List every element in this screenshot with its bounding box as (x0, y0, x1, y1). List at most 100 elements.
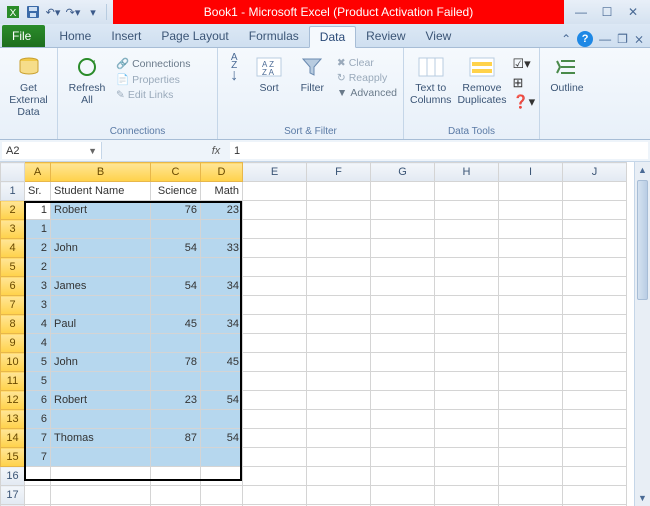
cell[interactable] (499, 429, 563, 448)
cell[interactable] (151, 410, 201, 429)
cell[interactable] (151, 486, 201, 505)
cell[interactable] (201, 334, 243, 353)
cell[interactable] (563, 239, 627, 258)
worksheet[interactable]: ABCDEFGHIJ1Sr.Student NameScienceMath21R… (0, 162, 650, 506)
insert-tab[interactable]: Insert (101, 25, 151, 47)
cell[interactable] (563, 448, 627, 467)
row-header-3[interactable]: 3 (1, 220, 25, 239)
cell[interactable]: 5 (25, 353, 51, 372)
cell[interactable] (307, 239, 371, 258)
cell[interactable]: 87 (151, 429, 201, 448)
cell[interactable] (563, 391, 627, 410)
cell[interactable]: 34 (201, 315, 243, 334)
cell[interactable] (499, 467, 563, 486)
formula-input[interactable]: 1 (230, 142, 648, 159)
cell[interactable] (307, 353, 371, 372)
cell[interactable]: 4 (25, 315, 51, 334)
doc-minimize-icon[interactable]: — (599, 32, 611, 46)
consolidate-icon[interactable]: ⊞ (512, 75, 535, 91)
cell[interactable]: 33 (201, 239, 243, 258)
cell[interactable] (151, 220, 201, 239)
whatif-icon[interactable]: ❓▾ (512, 94, 535, 110)
col-header-A[interactable]: A (25, 163, 51, 182)
col-header-F[interactable]: F (307, 163, 371, 182)
cell[interactable] (563, 182, 627, 201)
row-header-17[interactable]: 17 (1, 486, 25, 505)
cell[interactable] (307, 467, 371, 486)
row-header-7[interactable]: 7 (1, 296, 25, 315)
cell[interactable] (563, 334, 627, 353)
cell[interactable] (371, 239, 435, 258)
row-header-16[interactable]: 16 (1, 467, 25, 486)
cell[interactable] (243, 239, 307, 258)
col-header-B[interactable]: B (51, 163, 151, 182)
row-header-12[interactable]: 12 (1, 391, 25, 410)
cell[interactable] (563, 258, 627, 277)
cell[interactable]: John (51, 239, 151, 258)
cell[interactable] (563, 429, 627, 448)
cell[interactable] (435, 182, 499, 201)
row-header-5[interactable]: 5 (1, 258, 25, 277)
edit-links-button[interactable]: ✎Edit Links (116, 88, 190, 102)
cell[interactable] (563, 296, 627, 315)
cell[interactable] (563, 315, 627, 334)
cell[interactable] (51, 258, 151, 277)
cell[interactable] (243, 410, 307, 429)
cell[interactable] (243, 448, 307, 467)
cell[interactable] (435, 391, 499, 410)
cell[interactable] (435, 372, 499, 391)
cell[interactable] (243, 296, 307, 315)
cell[interactable] (243, 391, 307, 410)
cell[interactable]: 3 (25, 296, 51, 315)
cell[interactable]: Student Name (51, 182, 151, 201)
text-to-columns-button[interactable]: Text to Columns (410, 50, 451, 106)
scroll-thumb[interactable] (637, 180, 648, 300)
col-header-H[interactable]: H (435, 163, 499, 182)
cell[interactable] (307, 296, 371, 315)
cell[interactable] (307, 220, 371, 239)
cell[interactable] (499, 182, 563, 201)
pagelayout-tab[interactable]: Page Layout (151, 25, 238, 47)
cell[interactable] (151, 372, 201, 391)
cell[interactable] (499, 486, 563, 505)
cell[interactable]: 54 (151, 239, 201, 258)
remove-duplicates-button[interactable]: Remove Duplicates (457, 50, 506, 106)
cell[interactable] (151, 448, 201, 467)
row-header-2[interactable]: 2 (1, 201, 25, 220)
reapply-button[interactable]: ↻Reapply (337, 71, 397, 85)
cell[interactable] (371, 353, 435, 372)
cell[interactable] (307, 182, 371, 201)
col-header-I[interactable]: I (499, 163, 563, 182)
row-header-6[interactable]: 6 (1, 277, 25, 296)
refresh-all-button[interactable]: Refresh All (64, 50, 110, 106)
cell[interactable]: Sr. (25, 182, 51, 201)
cell[interactable] (201, 448, 243, 467)
cell[interactable] (563, 372, 627, 391)
cell[interactable]: 7 (25, 429, 51, 448)
sort-button[interactable]: A ZZ A Sort (250, 50, 287, 94)
cell[interactable] (201, 467, 243, 486)
cell[interactable] (243, 201, 307, 220)
cell[interactable] (435, 486, 499, 505)
cell[interactable] (435, 258, 499, 277)
cell[interactable] (307, 429, 371, 448)
cell[interactable] (51, 334, 151, 353)
cell[interactable] (243, 315, 307, 334)
cell[interactable] (51, 486, 151, 505)
get-external-data-button[interactable]: Get External Data (6, 50, 51, 118)
cell[interactable] (307, 334, 371, 353)
maximize-button[interactable]: ☐ (594, 3, 620, 21)
cell[interactable] (563, 353, 627, 372)
view-tab[interactable]: View (416, 25, 462, 47)
cell[interactable] (201, 296, 243, 315)
cell[interactable] (51, 410, 151, 429)
col-header-D[interactable]: D (201, 163, 243, 182)
cell[interactable]: 3 (25, 277, 51, 296)
cell[interactable] (563, 201, 627, 220)
qat-customize-icon[interactable]: ▾ (84, 3, 102, 21)
cell[interactable]: 76 (151, 201, 201, 220)
excel-icon[interactable]: X (4, 3, 22, 21)
col-header-J[interactable]: J (563, 163, 627, 182)
cell[interactable] (371, 182, 435, 201)
cell[interactable] (499, 220, 563, 239)
